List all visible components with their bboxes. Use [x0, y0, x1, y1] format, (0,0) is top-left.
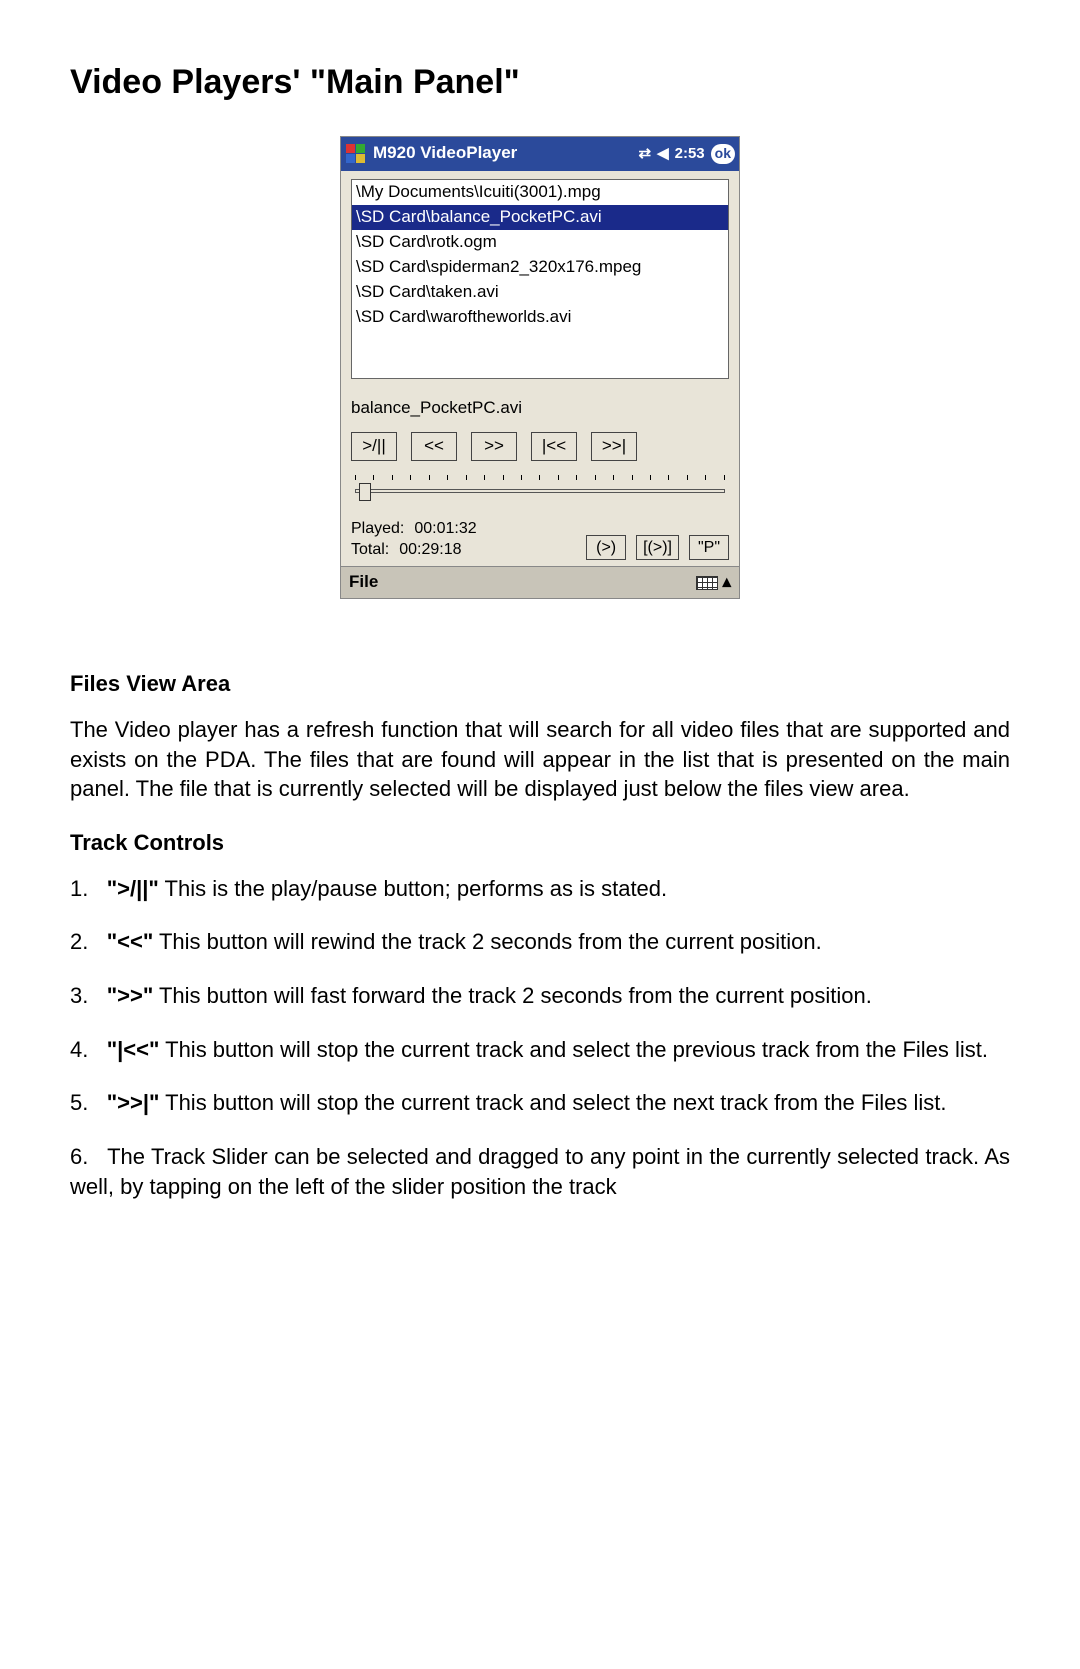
list-item[interactable]: \SD Card\taken.avi — [352, 280, 728, 305]
item-text: This button will stop the current track … — [159, 1090, 946, 1115]
file-list[interactable]: \My Documents\Icuiti(3001).mpg \SD Card\… — [351, 179, 729, 379]
files-view-paragraph: The Video player has a refresh function … — [70, 715, 1010, 804]
track-control-item-3: 3. ">>" This button will fast forward th… — [70, 981, 1010, 1011]
list-item[interactable]: \My Documents\Icuiti(3001).mpg — [352, 180, 728, 205]
list-item[interactable]: \SD Card\waroftheworlds.avi — [352, 305, 728, 330]
p-button[interactable]: "P" — [689, 535, 729, 561]
screenshot-container: M920 VideoPlayer ⇄ ◀ 2:53 ok \My Documen… — [70, 136, 1010, 599]
page-title: Video Players' "Main Panel" — [70, 60, 1010, 106]
list-item[interactable]: \SD Card\rotk.ogm — [352, 230, 728, 255]
track-controls-row: >/|| << >> |<< >>| — [351, 432, 729, 461]
item-symbol: "|<<" — [107, 1037, 160, 1062]
track-control-item-1: 1. ">/||" This is the play/pause button;… — [70, 874, 1010, 904]
item-text: This button will rewind the track 2 seco… — [153, 929, 821, 954]
item-symbol: ">>|" — [107, 1090, 160, 1115]
status-icons: ⇄ ◀ 2:53 ok — [639, 144, 736, 164]
total-label: Total: — [351, 540, 389, 561]
total-value: 00:29:18 — [399, 540, 461, 561]
item-text: This button will fast forward the track … — [153, 983, 872, 1008]
loop-one-button[interactable]: (>) — [586, 535, 626, 561]
played-value: 00:01:32 — [414, 519, 476, 540]
track-control-item-5: 5. ">>|" This button will stop the curre… — [70, 1088, 1010, 1118]
track-slider[interactable] — [351, 475, 729, 507]
item-symbol: "<<" — [107, 929, 154, 954]
pda-bottombar: File ▴ — [341, 566, 739, 598]
pda-body: \My Documents\Icuiti(3001).mpg \SD Card\… — [341, 171, 739, 566]
item-number: 4. — [70, 1037, 88, 1062]
item-symbol: ">>" — [107, 983, 154, 1008]
section-heading-track-controls: Track Controls — [70, 828, 1010, 858]
file-menu[interactable]: File — [349, 571, 378, 594]
prev-track-button[interactable]: |<< — [531, 432, 577, 461]
windows-flag-icon — [345, 143, 367, 165]
section-heading-files-view: Files View Area — [70, 669, 1010, 699]
item-symbol: ">/||" — [107, 876, 159, 901]
list-item[interactable]: \SD Card\spiderman2_320x176.mpeg — [352, 255, 728, 280]
item-number: 2. — [70, 929, 88, 954]
item-text: This is the play/pause button; performs … — [159, 876, 667, 901]
played-label: Played: — [351, 519, 404, 540]
volume-icon: ◀ — [657, 144, 669, 164]
time-block: Played: 00:01:32 Total: 00:29:18 (>) [(>… — [351, 519, 729, 561]
track-control-item-6: 6. The Track Slider can be selected and … — [70, 1142, 1010, 1201]
item-number: 3. — [70, 983, 88, 1008]
pda-titlebar: M920 VideoPlayer ⇄ ◀ 2:53 ok — [341, 137, 739, 171]
track-control-item-4: 4. "|<<" This button will stop the curre… — [70, 1035, 1010, 1065]
slider-thumb[interactable] — [359, 483, 371, 501]
app-title: M920 VideoPlayer — [373, 142, 517, 165]
keyboard-icon — [696, 576, 718, 590]
next-track-button[interactable]: >>| — [591, 432, 637, 461]
item-number: 1. — [70, 876, 88, 901]
item-number: 6. — [70, 1144, 88, 1169]
loop-all-button[interactable]: [(>)] — [636, 535, 679, 561]
list-item[interactable]: \SD Card\balance_PocketPC.avi — [352, 205, 728, 230]
side-buttons: (>) [(>)] "P" — [586, 535, 729, 561]
track-control-item-2: 2. "<<" This button will rewind the trac… — [70, 927, 1010, 957]
ok-button[interactable]: ok — [711, 144, 735, 164]
pda-window: M920 VideoPlayer ⇄ ◀ 2:53 ok \My Documen… — [340, 136, 740, 599]
rewind-button[interactable]: << — [411, 432, 457, 461]
current-file-label: balance_PocketPC.avi — [351, 397, 729, 420]
time-text: Played: 00:01:32 Total: 00:29:18 — [351, 519, 477, 561]
play-pause-button[interactable]: >/|| — [351, 432, 397, 461]
forward-button[interactable]: >> — [471, 432, 517, 461]
clock-text: 2:53 — [675, 144, 705, 164]
item-text: This button will stop the current track … — [159, 1037, 988, 1062]
slider-track — [355, 489, 725, 493]
keyboard-toggle[interactable]: ▴ — [696, 571, 731, 594]
item-number: 5. — [70, 1090, 88, 1115]
connectivity-icon: ⇄ — [639, 144, 652, 164]
item-text: The Track Slider can be selected and dra… — [70, 1144, 1010, 1199]
up-arrow-icon: ▴ — [722, 571, 731, 594]
slider-ticks — [355, 475, 725, 483]
